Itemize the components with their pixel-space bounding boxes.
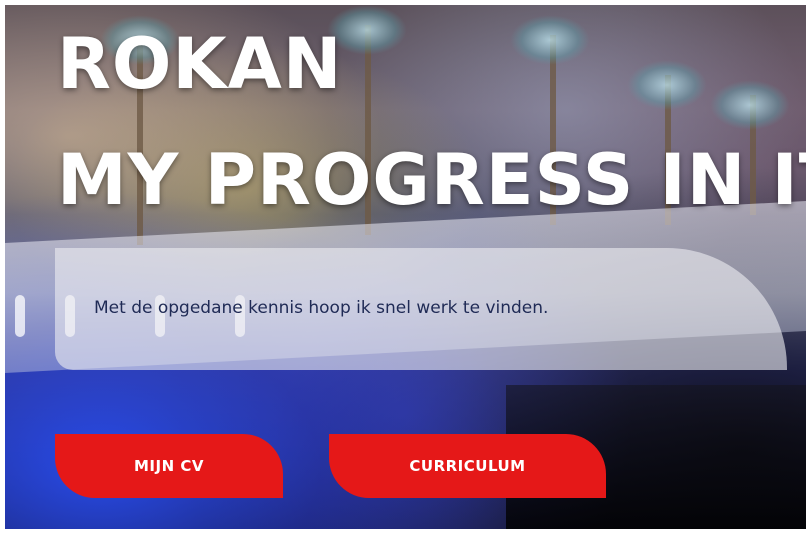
page-title-subtitle: MY PROGRESS IN IT: [57, 139, 806, 221]
palm-tree-crown: [710, 80, 790, 130]
description-text: Met de opgedane kennis hoop ik snel werk…: [94, 298, 549, 318]
page-title-name: ROKAN: [57, 23, 343, 105]
hero-section: ROKAN MY PROGRESS IN IT Met de opgedane …: [5, 5, 806, 529]
palm-tree-crown: [510, 15, 590, 65]
railing-post: [15, 295, 25, 337]
curriculum-button[interactable]: CURRICULUM: [329, 434, 606, 498]
description-card: Met de opgedane kennis hoop ik snel werk…: [55, 248, 787, 370]
palm-tree-crown: [627, 60, 707, 110]
my-cv-button[interactable]: MIJN CV: [55, 434, 283, 498]
